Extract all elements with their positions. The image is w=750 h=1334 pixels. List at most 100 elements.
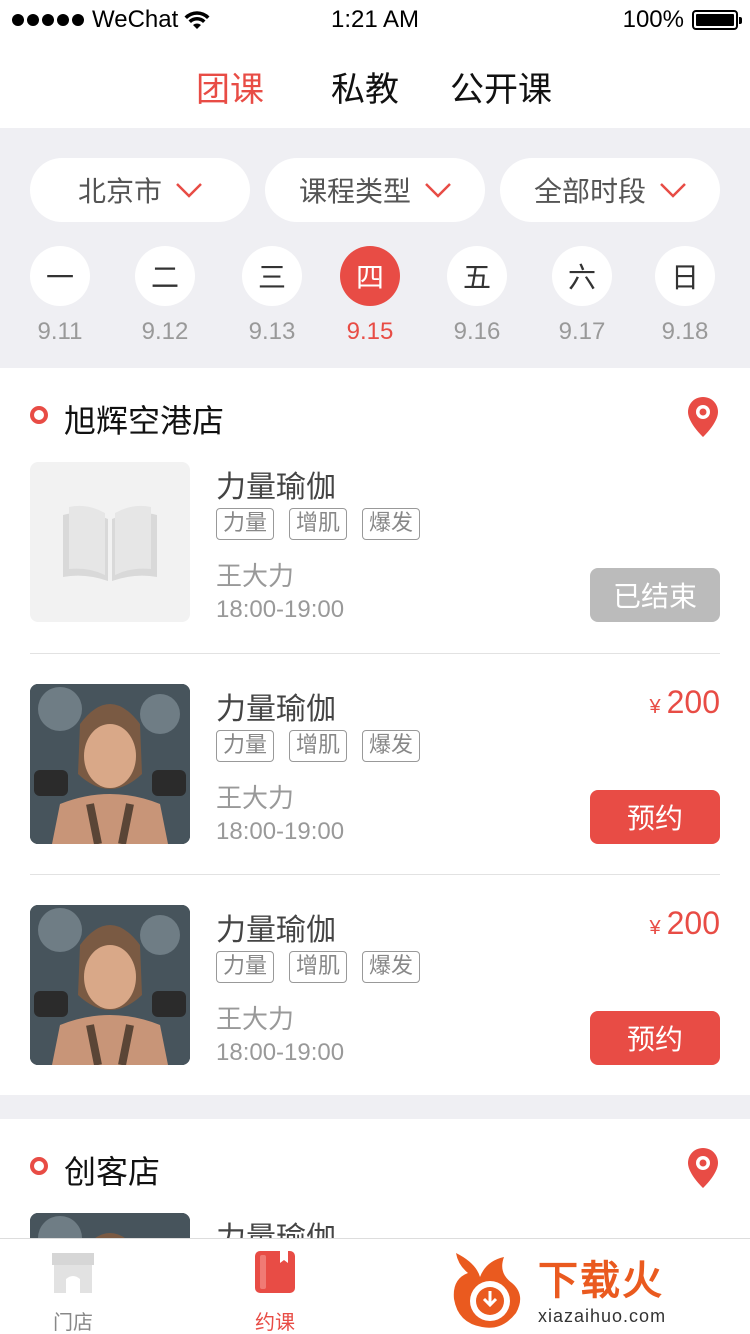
day-item-mon[interactable]: 一 9.11 [20,246,100,346]
course-item[interactable]: 力量瑜伽 [30,1213,720,1239]
course-item[interactable]: 力量瑜伽 力量 增肌 爆发 王大力 18:00-19:00 已结束 [30,462,720,623]
course-teacher: 王大力 [216,562,295,592]
fitness-photo [30,1213,190,1239]
course-title: 力量瑜伽 [216,913,336,948]
watermark: 下载火 xiazaihuo.com [446,1240,746,1334]
price-amount: 200 [666,684,720,720]
store-header: 旭辉空港店 [0,368,750,462]
book-placeholder-icon [63,505,157,581]
location-pin-icon[interactable] [686,396,720,438]
day-weekday: 四 [340,246,400,306]
battery-group: 100% [622,6,742,34]
course-time: 18:00-19:00 [216,818,345,845]
day-item-sat[interactable]: 六 9.17 [542,246,622,346]
day-weekday: 五 [447,246,507,306]
course-tag: 增肌 [289,730,348,762]
day-item-sun[interactable]: 日 9.18 [645,246,725,346]
day-date: 9.12 [141,318,189,345]
book-button[interactable]: 预约 [590,1011,720,1065]
course-time: 18:00-19:00 [216,1039,345,1066]
day-date: 9.15 [346,318,394,345]
day-weekday: 一 [30,246,90,306]
nav-label: 约课 [255,1310,295,1334]
day-weekday: 日 [655,246,715,306]
course-tags: 力量 增肌 爆发 [216,951,421,983]
nav-item-book-course[interactable]: 约课 [230,1249,320,1334]
price-amount: 200 [666,905,720,941]
divider [30,653,720,654]
course-tags: 力量 增肌 爆发 [216,730,421,762]
course-title: 力量瑜伽 [216,1221,336,1239]
fitness-photo [30,905,190,1065]
price-currency: ¥ [649,696,661,718]
ended-button[interactable]: 已结束 [590,568,720,622]
store-dot-icon [30,1157,48,1175]
watermark-text: 下载火 xiazaihuo.com [538,1248,666,1327]
course-title: 力量瑜伽 [216,470,336,505]
time-slot-filter-dropdown[interactable]: 全部时段 [500,158,720,222]
day-date: 9.17 [558,318,606,345]
chevron-down-icon [176,183,202,198]
battery-percent: 100% [622,6,684,33]
course-tag: 力量 [216,730,275,762]
store-header: 创客店 [0,1119,750,1213]
course-tag: 爆发 [362,508,421,540]
store-icon [52,1253,94,1293]
course-item[interactable]: 力量瑜伽 ¥200 力量 增肌 爆发 王大力 18:00-19:00 预约 [30,905,720,1066]
course-tag: 增肌 [289,508,348,540]
city-filter-label: 北京市 [77,175,162,208]
course-teacher: 王大力 [216,784,295,814]
top-tab-bar: 团课 私教 公开课 [0,40,750,128]
course-title: 力量瑜伽 [216,692,336,727]
tab-group-class[interactable]: 团课 [196,62,264,111]
day-date: 9.11 [37,318,83,345]
chevron-down-icon [660,183,686,198]
nav-label: 门店 [53,1310,93,1334]
watermark-title: 下载火 [538,1257,664,1304]
store-card: 创客店 力量瑜伽 [0,1119,750,1239]
day-item-wed[interactable]: 三 9.13 [232,246,312,346]
status-bar: WeChat 1:21 AM 100% [0,0,750,40]
course-price: ¥200 [649,684,720,721]
tab-private-coach[interactable]: 私教 [331,62,399,111]
course-thumbnail [30,905,190,1065]
day-date: 9.16 [453,318,501,345]
day-date: 9.18 [661,318,709,345]
location-pin-icon[interactable] [686,1147,720,1189]
course-thumbnail [30,1213,190,1239]
battery-icon [692,10,742,30]
course-teacher: 王大力 [216,1005,295,1035]
day-item-tue[interactable]: 二 9.12 [125,246,205,346]
divider [30,874,720,875]
flame-logo-icon [453,1253,521,1328]
fitness-photo [30,684,190,844]
course-item[interactable]: 力量瑜伽 ¥200 力量 增肌 爆发 王大力 18:00-19:00 预约 [30,684,720,845]
chevron-down-icon [425,183,451,198]
course-tag: 力量 [216,951,275,983]
price-currency: ¥ [649,917,661,939]
course-thumbnail [30,684,190,844]
store-card: 旭辉空港店 力量瑜伽 力量 增肌 爆发 王大力 18:00-19:00 已结束 [0,368,750,1095]
day-weekday: 六 [552,246,612,306]
day-item-thu[interactable]: 四 9.15 [330,246,410,346]
book-button[interactable]: 预约 [590,790,720,844]
course-type-filter-dropdown[interactable]: 课程类型 [265,158,485,222]
filter-area: 北京市 课程类型 全部时段 一 9.11 二 9.12 三 9.13 四 9.1… [0,128,750,368]
store-dot-icon [30,406,48,424]
course-type-filter-label: 课程类型 [298,175,411,208]
course-price: ¥200 [649,905,720,942]
course-tag: 力量 [216,508,275,540]
course-tags: 力量 增肌 爆发 [216,508,421,540]
nav-item-store[interactable]: 门店 [28,1249,118,1334]
book-course-icon [255,1251,295,1293]
course-time: 18:00-19:00 [216,596,345,623]
course-tag: 爆发 [362,730,421,762]
day-date: 9.13 [248,318,296,345]
course-tag: 爆发 [362,951,421,983]
city-filter-dropdown[interactable]: 北京市 [30,158,250,222]
day-item-fri[interactable]: 五 9.16 [437,246,517,346]
course-thumbnail [30,462,190,622]
time-slot-filter-label: 全部时段 [533,175,646,208]
store-name: 创客店 [64,1153,161,1191]
tab-open-class[interactable]: 公开课 [450,62,552,111]
